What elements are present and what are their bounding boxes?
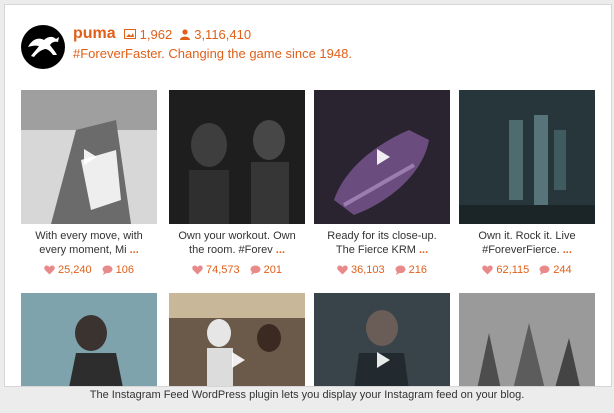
post-thumbnail[interactable] (169, 293, 305, 386)
instagram-feed-card: puma 1,962 3,116,410 #ForeverFaster. Cha… (4, 4, 612, 387)
heart-icon (192, 265, 203, 275)
comment-icon (539, 265, 550, 275)
profile-meta: puma 1,962 3,116,410 #ForeverFaster. Cha… (73, 25, 352, 61)
comment-icon (395, 265, 406, 275)
read-more-link[interactable]: ... (130, 244, 139, 256)
post-image (21, 293, 157, 386)
play-icon (377, 352, 390, 368)
media-count: 1,962 (123, 26, 173, 42)
post-caption: Own it. Rock it. Live #ForeverFierce.... (478, 230, 576, 256)
read-more-link[interactable]: ... (419, 244, 428, 256)
comment-icon (102, 265, 113, 275)
comment-icon (250, 265, 261, 275)
post-thumbnail[interactable] (21, 293, 157, 386)
read-more-link[interactable]: ... (563, 244, 572, 256)
puma-logo-icon (28, 36, 59, 57)
post-thumbnail[interactable] (314, 90, 450, 224)
post-image (459, 293, 595, 386)
post-counts: 74,573 201 (169, 264, 305, 276)
comment-count: 201 (263, 264, 282, 276)
footer-text: The Instagram Feed WordPress plugin lets… (89, 389, 525, 401)
profile-bio: #ForeverFaster. Changing the game since … (73, 46, 352, 61)
image-icon (123, 29, 136, 39)
post-thumbnail[interactable] (314, 293, 450, 386)
post-counts: 36,103 216 (314, 264, 450, 276)
like-count: 62,115 (496, 264, 530, 276)
read-more-link[interactable]: ... (276, 244, 285, 256)
heart-icon (44, 265, 55, 275)
follower-count-value: 3,116,410 (194, 26, 252, 42)
post-thumbnail[interactable] (169, 90, 305, 224)
comment-count: 216 (408, 264, 427, 276)
post-caption: Ready for its close-up. The Fierce KRM..… (327, 230, 437, 256)
post-caption: With every move, with every moment, Mi..… (35, 230, 143, 256)
follower-count: 3,116,410 (180, 27, 251, 42)
like-count: 74,573 (205, 264, 240, 276)
comment-count: 106 (115, 264, 134, 276)
heart-icon (482, 265, 494, 275)
play-icon (232, 352, 245, 368)
play-icon (377, 149, 390, 165)
user-icon (180, 28, 191, 40)
post-caption: Own your workout. Own the room. #Forev..… (178, 230, 296, 256)
play-icon (84, 149, 97, 165)
avatar[interactable] (21, 25, 65, 69)
username-link[interactable]: puma (73, 25, 116, 43)
like-count: 36,103 (350, 264, 385, 276)
post-counts: 62,115 244 (459, 264, 595, 276)
post-thumbnail[interactable] (459, 90, 595, 224)
media-count-value: 1,962 (139, 26, 173, 42)
post-image (459, 90, 595, 224)
post-counts: 25,240 106 (21, 264, 157, 276)
post-image (169, 90, 305, 224)
post-thumbnail[interactable] (21, 90, 157, 224)
comment-count: 244 (553, 264, 572, 276)
heart-icon (337, 265, 348, 275)
post-thumbnail[interactable] (459, 293, 595, 386)
like-count: 25,240 (57, 264, 92, 276)
